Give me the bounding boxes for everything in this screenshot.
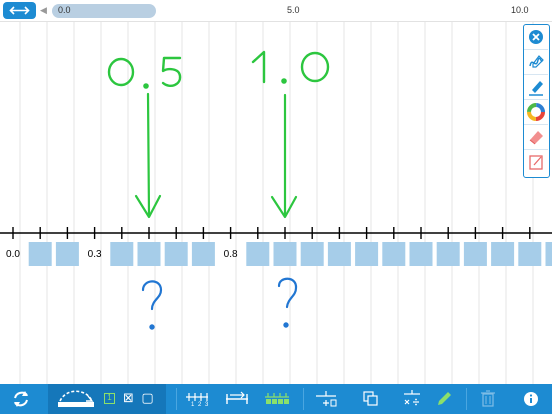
- info-icon: [524, 392, 538, 406]
- delete-button[interactable]: [474, 384, 502, 414]
- range-mid-label: 5.0: [287, 5, 300, 15]
- segment-button[interactable]: [222, 384, 252, 414]
- hidden-boxes-icon: [265, 393, 289, 404]
- mode-number-box[interactable]: 1: [104, 393, 115, 404]
- hidden-value-box[interactable]: [491, 242, 515, 266]
- hidden-value-box[interactable]: [110, 242, 134, 266]
- hidden-value-box[interactable]: [436, 242, 460, 266]
- hidden-value-box[interactable]: [55, 242, 79, 266]
- hidden-value-box[interactable]: [355, 242, 379, 266]
- ink-question-mark-2: [277, 277, 298, 328]
- number-line-canvas[interactable]: 0.0 0.3 0.8: [0, 22, 552, 384]
- pen-icon: [529, 55, 544, 68]
- toolbar-divider: [176, 388, 177, 410]
- hidden-value-box[interactable]: [409, 242, 433, 266]
- hidden-value-box[interactable]: [327, 242, 351, 266]
- copy-button[interactable]: [356, 384, 384, 414]
- toolbar-divider: [466, 388, 467, 410]
- pen-tool-button[interactable]: [524, 50, 548, 75]
- note-icon: [529, 155, 543, 170]
- math-operators-icon: [404, 390, 420, 406]
- highlighter-icon: [529, 81, 543, 96]
- hidden-value-box[interactable]: [191, 242, 215, 266]
- value-label: 0.0: [6, 249, 20, 260]
- mode-hidden-box[interactable]: ⊠: [122, 392, 135, 405]
- reset-button[interactable]: [0, 384, 42, 414]
- hidden-value-boxes[interactable]: [28, 242, 552, 266]
- value-label: 0.8: [224, 249, 238, 260]
- mode-blank-box[interactable]: ▢: [141, 392, 154, 405]
- hidden-value-box[interactable]: [164, 242, 188, 266]
- hidden-value-box[interactable]: [137, 242, 161, 266]
- refresh-icon: [14, 391, 28, 407]
- ink-arrow-to-1-0: [270, 93, 298, 219]
- segment-arrows-icon: [226, 391, 248, 404]
- highlighter-tool-button[interactable]: [524, 75, 548, 100]
- number-line-plus-icon: [316, 391, 337, 407]
- bottom-toolbar: 1 ⊠ ▢ 1 2 3: [0, 384, 552, 414]
- operations-button[interactable]: [398, 384, 426, 414]
- tick-numbers-label: 1 2 3: [191, 402, 210, 408]
- representation-panel: 1 ⊠ ▢: [48, 384, 166, 414]
- hidden-value-box[interactable]: [273, 242, 297, 266]
- double-arrow-icon: [9, 6, 30, 15]
- ink-label-0-5: [107, 56, 182, 89]
- toolbar-divider: [303, 388, 304, 410]
- hidden-value-box[interactable]: [518, 242, 542, 266]
- close-palette-button[interactable]: [524, 25, 548, 50]
- copy-icon: [363, 391, 378, 406]
- range-start-label: 0.0: [58, 5, 71, 15]
- hidden-value-box[interactable]: [463, 242, 487, 266]
- hidden-value-box[interactable]: [382, 242, 406, 266]
- scroll-left-arrow-icon[interactable]: ◀: [40, 5, 47, 16]
- swap-direction-button[interactable]: [3, 2, 36, 19]
- note-tool-button[interactable]: [524, 150, 548, 175]
- ink-question-mark-1: [141, 280, 163, 330]
- hidden-value-box[interactable]: [545, 242, 552, 266]
- pencil-icon: [438, 392, 451, 405]
- eraser-tool-button[interactable]: [524, 125, 548, 150]
- hidden-value-box[interactable]: [300, 242, 324, 266]
- hide-values-button[interactable]: [262, 384, 292, 414]
- color-wheel-icon: [527, 103, 545, 121]
- draw-tool-button[interactable]: [430, 384, 456, 414]
- value-label: 0.3: [88, 249, 102, 260]
- color-picker-button[interactable]: [524, 100, 548, 125]
- trash-icon: [481, 390, 495, 407]
- drawing-palette: [523, 24, 550, 178]
- close-icon: [529, 30, 543, 44]
- top-bar: ◀ 0.0 5.0 10.0: [0, 0, 552, 22]
- ruler-ticks-icon: [186, 393, 208, 401]
- hidden-value-box[interactable]: [246, 242, 270, 266]
- eraser-icon: [529, 131, 543, 145]
- info-button[interactable]: [516, 384, 546, 414]
- hidden-value-box[interactable]: [28, 242, 52, 266]
- range-end-label: 10.0: [511, 5, 529, 15]
- jump-ops-button[interactable]: [312, 384, 340, 414]
- ink-arrow-to-0-5: [134, 92, 162, 219]
- tick-labels-button[interactable]: 1 2 3: [182, 384, 212, 414]
